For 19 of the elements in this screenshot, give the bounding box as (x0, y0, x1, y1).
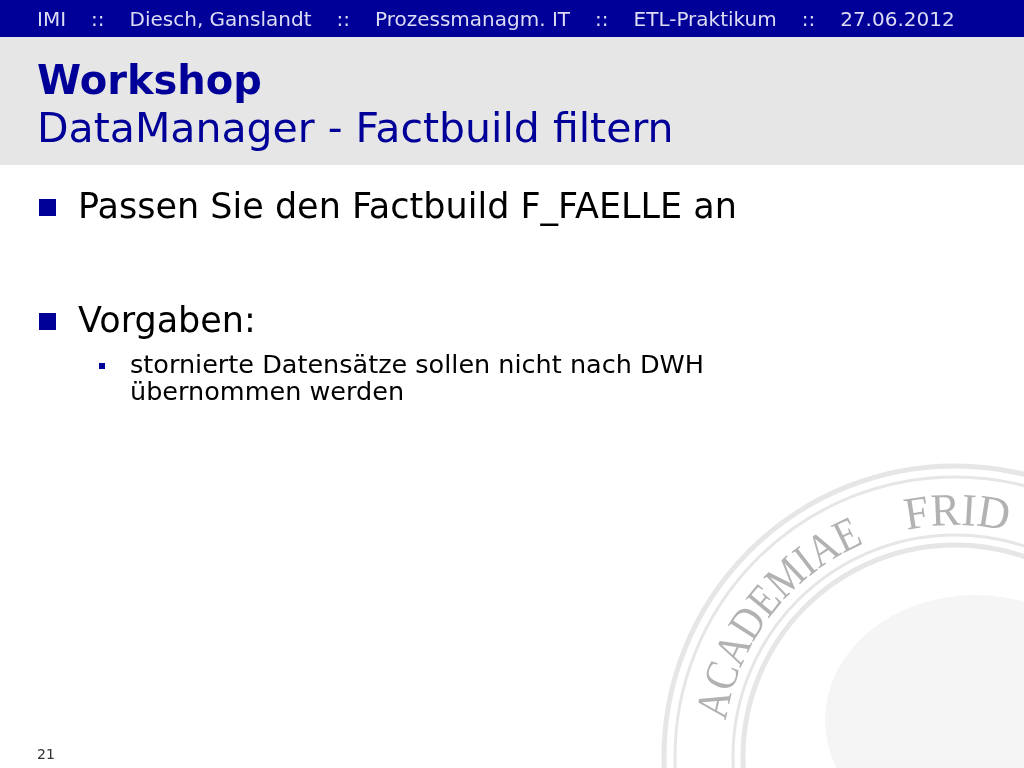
slide-heading: Workshop (37, 56, 263, 104)
page-number: 21 (37, 746, 55, 762)
header-separator: :: (336, 6, 350, 31)
sub-bullet-text: stornierte Datensätze sollen nicht nach DWH übernommen werden (130, 351, 705, 405)
header-separator: :: (595, 6, 609, 31)
sub-bullet-icon (99, 363, 105, 369)
header-label: 27.06.2012 (840, 6, 955, 31)
seal-inscription: FRID (900, 483, 1015, 541)
bullet-square-icon (39, 313, 56, 330)
header-label: Prozessmanagm. IT (375, 6, 571, 31)
header-label: ETL-Praktikum (633, 6, 777, 31)
bullet-text: Passen Sie den Factbuild F_FAELLE an (78, 185, 737, 227)
header-separator: :: (801, 6, 816, 31)
bullet-text: Vorgaben: (78, 299, 256, 341)
header-label: IMI (37, 6, 67, 31)
slide-subtitle: DataManager - Factbuild filtern (37, 104, 675, 152)
bullet-square-icon (39, 199, 56, 216)
header-label: Diesch, Ganslandt (129, 6, 312, 31)
header-separator: :: (91, 6, 105, 31)
